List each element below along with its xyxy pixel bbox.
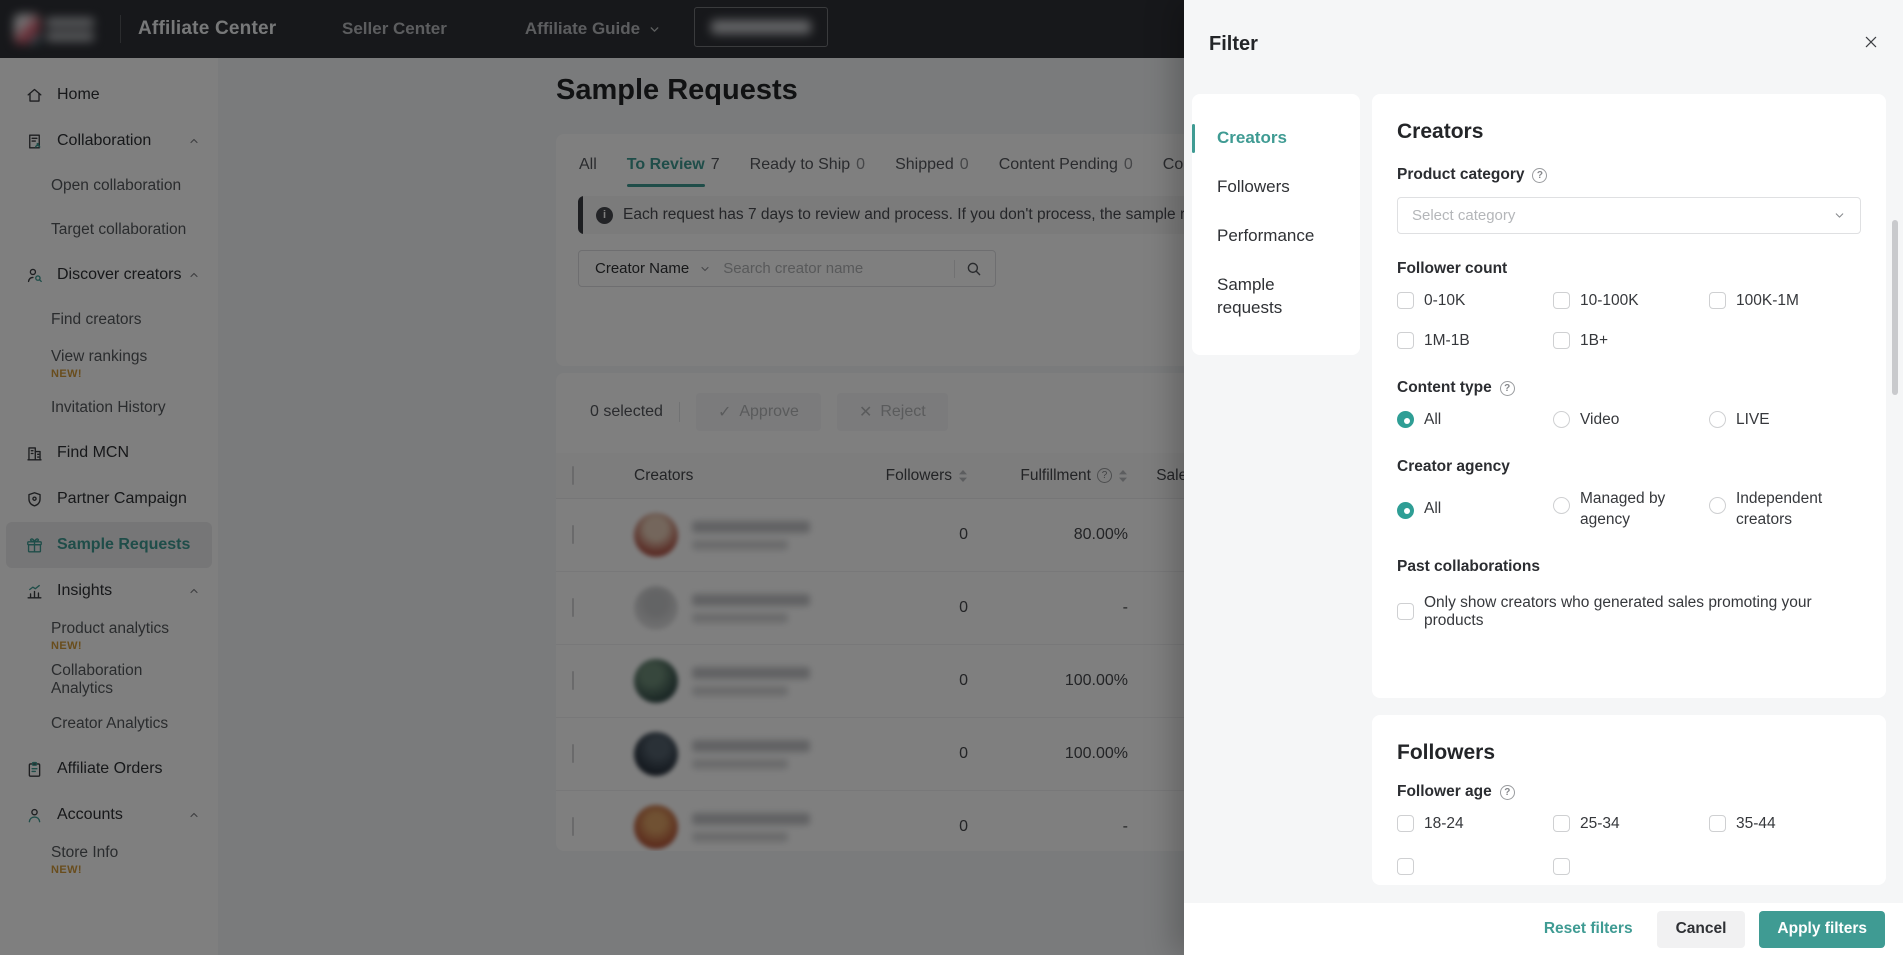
reset-filters-button[interactable]: Reset filters [1544, 920, 1633, 938]
radio-selected[interactable] [1397, 411, 1414, 428]
content-type-all[interactable]: All [1397, 410, 1553, 430]
follower-count-100k-1m[interactable]: 100K-1M [1709, 291, 1861, 311]
section-heading: Followers [1397, 741, 1861, 765]
content-type-live[interactable]: LIVE [1709, 410, 1861, 430]
radio[interactable] [1709, 497, 1726, 514]
creator-agency-independent[interactable]: Independent creators [1709, 489, 1861, 529]
app-window: Affiliate Center Seller Center Affiliate… [0, 0, 1903, 955]
follower-age-18-24[interactable]: 18-24 [1397, 814, 1553, 834]
creator-agency-label: Creator agency [1397, 458, 1510, 476]
filter-panel: Filter Creators Followers Performance Sa… [1184, 0, 1903, 955]
scrollbar-thumb[interactable] [1892, 220, 1898, 395]
content-type-video[interactable]: Video [1553, 410, 1709, 430]
apply-filters-button[interactable]: Apply filters [1759, 911, 1885, 948]
checkbox[interactable] [1709, 815, 1726, 832]
follower-age-25-34[interactable]: 25-34 [1553, 814, 1709, 834]
creator-agency-managed[interactable]: Managed by agency [1553, 489, 1709, 529]
follower-count-1m-1b[interactable]: 1M-1B [1397, 331, 1553, 351]
close-icon[interactable] [1861, 32, 1881, 52]
checkbox[interactable] [1397, 815, 1414, 832]
question-icon[interactable]: ? [1500, 381, 1515, 396]
past-collaborations-checkbox[interactable]: Only show creators who generated sales p… [1397, 594, 1861, 630]
follower-count-10-100k[interactable]: 10-100K [1553, 291, 1709, 311]
checkbox[interactable] [1553, 858, 1570, 875]
radio-selected[interactable] [1397, 502, 1414, 519]
checkbox[interactable] [1709, 292, 1726, 309]
checkbox[interactable] [1553, 332, 1570, 349]
checkbox[interactable] [1553, 292, 1570, 309]
checkbox[interactable] [1553, 815, 1570, 832]
past-collaborations-label: Past collaborations [1397, 558, 1540, 576]
follower-count-1b-plus[interactable]: 1B+ [1553, 331, 1709, 351]
follower-count-0-10k[interactable]: 0-10K [1397, 291, 1553, 311]
filter-menu-followers[interactable]: Followers [1192, 163, 1360, 212]
checkbox[interactable] [1397, 332, 1414, 349]
follower-age-label: Follower age [1397, 783, 1492, 801]
creator-agency-all[interactable]: All [1397, 499, 1553, 519]
cancel-button[interactable]: Cancel [1657, 911, 1746, 948]
radio[interactable] [1553, 411, 1570, 428]
filter-footer: Reset filters Cancel Apply filters [1184, 903, 1903, 955]
filter-menu-creators[interactable]: Creators [1192, 114, 1360, 163]
filter-menu-performance[interactable]: Performance [1192, 212, 1360, 261]
radio[interactable] [1709, 411, 1726, 428]
checkbox[interactable] [1397, 603, 1414, 620]
product-category-select[interactable]: Select category [1397, 197, 1861, 234]
checkbox[interactable] [1397, 858, 1414, 875]
follower-age-partial-row [1397, 858, 1861, 875]
radio[interactable] [1553, 497, 1570, 514]
content-type-label: Content type [1397, 379, 1492, 397]
chevron-down-icon [1833, 209, 1846, 222]
filter-menu-sample-requests[interactable]: Sample requests [1192, 261, 1312, 333]
checkbox[interactable] [1397, 292, 1414, 309]
follower-count-label: Follower count [1397, 260, 1507, 278]
section-heading: Creators [1397, 120, 1861, 144]
filter-title: Filter [1209, 33, 1258, 56]
question-icon[interactable]: ? [1500, 785, 1515, 800]
creators-filter-section: Creators Product category ? Select categ… [1372, 94, 1886, 698]
followers-filter-section: Followers Follower age ? 18-24 25-34 35-… [1372, 715, 1886, 885]
product-category-label: Product category [1397, 166, 1524, 184]
question-icon[interactable]: ? [1532, 168, 1547, 183]
follower-age-35-44[interactable]: 35-44 [1709, 814, 1861, 834]
filter-section-menu: Creators Followers Performance Sample re… [1192, 94, 1360, 355]
